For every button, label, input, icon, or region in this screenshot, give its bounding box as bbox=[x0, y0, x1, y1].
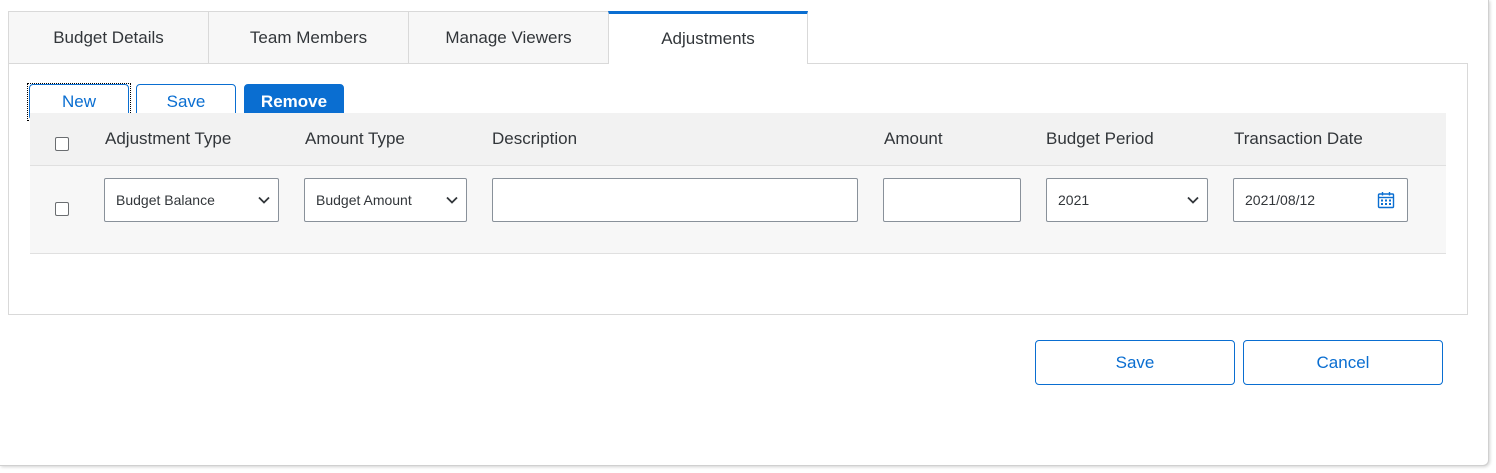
adjustment-type-value: Budget Balance bbox=[116, 192, 215, 208]
amount-input[interactable] bbox=[883, 178, 1021, 222]
amount-type-value: Budget Amount bbox=[316, 192, 412, 208]
tab-budget-details[interactable]: Budget Details bbox=[8, 11, 209, 63]
tab-label: Manage Viewers bbox=[445, 27, 572, 47]
column-header-amount-type[interactable]: Amount Type bbox=[305, 113, 405, 165]
select-all-checkbox[interactable] bbox=[55, 137, 69, 151]
tab-manage-viewers[interactable]: Manage Viewers bbox=[408, 11, 609, 63]
footer-cancel-button[interactable]: Cancel bbox=[1243, 340, 1443, 385]
tab-adjustments[interactable]: Adjustments bbox=[608, 11, 808, 64]
table-header: Adjustment Type Amount Type Description … bbox=[30, 113, 1446, 166]
chevron-down-icon bbox=[258, 196, 270, 204]
budget-period-value: 2021 bbox=[1058, 192, 1090, 208]
adjustment-type-select[interactable]: Budget Balance bbox=[104, 178, 279, 222]
row-checkbox[interactable] bbox=[55, 202, 69, 216]
table-row: Budget Balance Budget Amount 2021 2021/0… bbox=[30, 166, 1446, 254]
calendar-icon[interactable] bbox=[1377, 191, 1395, 209]
amount-type-select[interactable]: Budget Amount bbox=[304, 178, 467, 222]
tab-label: Budget Details bbox=[53, 27, 164, 47]
chevron-down-icon bbox=[1187, 196, 1199, 204]
column-header-description[interactable]: Description bbox=[492, 113, 577, 165]
budget-period-select[interactable]: 2021 bbox=[1046, 178, 1208, 222]
tab-label: Team Members bbox=[249, 27, 368, 47]
transaction-date-input[interactable]: 2021/08/12 bbox=[1233, 178, 1408, 222]
column-header-amount[interactable]: Amount bbox=[884, 113, 943, 165]
chevron-down-icon bbox=[446, 196, 458, 204]
tab-label: Adjustments bbox=[661, 29, 755, 48]
column-header-adjustment-type[interactable]: Adjustment Type bbox=[105, 113, 231, 165]
transaction-date-value: 2021/08/12 bbox=[1245, 192, 1316, 208]
column-header-transaction-date[interactable]: Transaction Date bbox=[1234, 113, 1363, 165]
footer-save-button[interactable]: Save bbox=[1035, 340, 1235, 385]
column-header-budget-period[interactable]: Budget Period bbox=[1046, 113, 1154, 165]
description-input[interactable] bbox=[492, 178, 858, 222]
tab-team-members[interactable]: Team Members bbox=[208, 11, 409, 63]
